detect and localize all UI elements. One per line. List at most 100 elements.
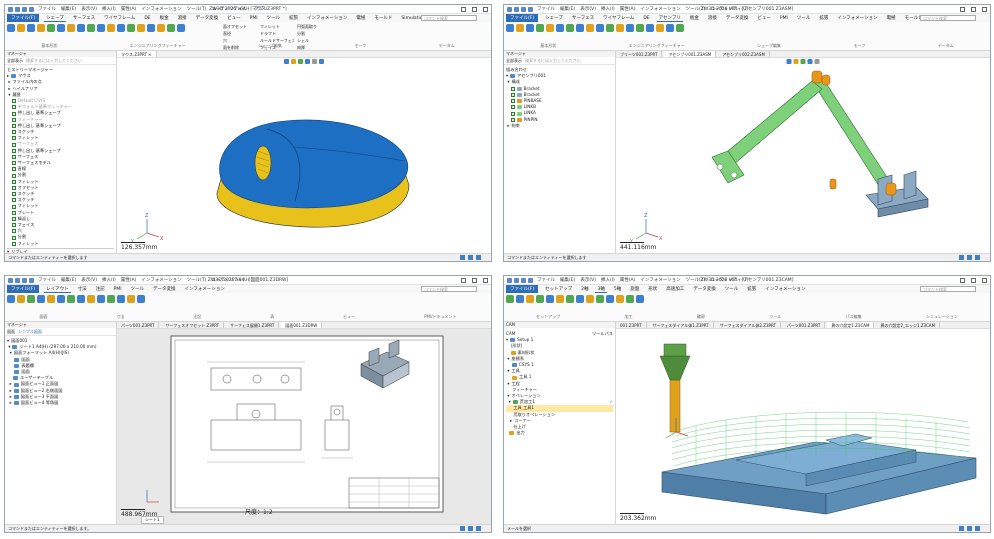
thread-icon[interactable] [107,24,115,32]
status-icon[interactable] [460,526,465,531]
close-icon[interactable] [982,7,987,12]
animation-icon[interactable] [616,24,624,32]
maximize-icon[interactable] [971,278,976,283]
status-icon[interactable] [959,255,964,260]
maximize-icon[interactable] [971,7,976,12]
bracket-ear[interactable] [903,170,917,200]
contour-icon[interactable] [546,295,554,303]
menu-tools[interactable]: ツール(T) [187,6,207,12]
minimize-icon[interactable] [461,7,466,12]
status-icon[interactable] [460,255,465,260]
cutting-tool[interactable] [669,379,681,433]
pattern-icon[interactable] [137,24,145,32]
tab-extend[interactable]: 拡張 [287,15,300,21]
tab-data-exchange[interactable]: データ変換 [151,286,178,292]
menu-view[interactable]: 表示(V) [81,6,97,12]
drawing-sheet-area[interactable]: パーツ001.Z3PRT サーフェスオフセット.Z3PRT サーフェス展開1.Z… [117,322,491,524]
fillet-icon[interactable] [67,24,75,32]
tab-weld[interactable]: 溶接 [706,15,719,21]
tree-item[interactable]: ▸ 拘束 [506,123,613,129]
tab-3axis[interactable]: 3軸 [595,286,607,293]
status-icon[interactable] [468,526,473,531]
tab-surface[interactable]: サーフェス [570,15,596,21]
split-icon[interactable] [127,24,135,32]
post-icon[interactable] [616,295,624,303]
menu-insert[interactable]: 挿入(I) [601,277,615,283]
mouse-top-shell[interactable] [219,119,409,209]
section-icon[interactable] [666,24,674,32]
status-icon[interactable] [476,255,481,260]
filter-search-input[interactable]: 検索するには入力してください [525,58,581,63]
menu-edit[interactable]: 編集(E) [61,277,76,283]
explode-icon[interactable] [566,24,574,32]
menu-view[interactable]: 表示(V) [580,277,596,283]
tab-info[interactable]: インフォメーション [305,15,349,21]
pin-top-cap[interactable] [821,74,831,86]
z-level-icon[interactable] [526,295,534,303]
mirror-icon[interactable] [556,24,564,32]
menu-attribute[interactable]: 属性(A) [121,277,137,283]
tree-item[interactable]: ▸ 図面ビュー4 等角図 [7,400,114,406]
chamfer-icon[interactable] [77,24,85,32]
viewport-3d[interactable]: マウス.Z3PRT × Z X 126.357mm [117,51,491,253]
cmd-diameter[interactable]: 直径 [223,31,257,37]
detail-view-icon[interactable] [37,295,45,303]
fastener-icon[interactable] [656,24,664,32]
cmd-split[interactable]: 分割 [297,31,331,37]
note-icon[interactable] [57,295,65,303]
copy-icon[interactable] [177,24,185,32]
loft-icon[interactable] [37,24,45,32]
tab-info[interactable]: インフォメーション [763,286,807,292]
table-icon[interactable] [67,295,75,303]
menu-insert[interactable]: 挿入(I) [102,6,116,12]
quick-access-toolbar[interactable] [8,6,34,12]
tab-file[interactable]: ファイル(F) [7,14,40,22]
tab-extend[interactable]: 拡張 [817,15,830,21]
menu-info[interactable]: インフォメーション [640,277,680,283]
command-search-input[interactable]: コマンド検索 [920,286,976,292]
hole-icon[interactable] [97,24,105,32]
shell-icon[interactable] [47,24,55,32]
menu-info[interactable]: インフォメーション [141,6,181,12]
rib-icon[interactable] [57,24,65,32]
tab-dimension[interactable]: 寸法 [76,286,89,292]
status-icon[interactable] [476,526,481,531]
report-icon[interactable] [636,295,644,303]
tab-sheetmetal[interactable]: 板金 [158,15,171,21]
pocket-icon[interactable] [536,295,544,303]
centerline-icon[interactable] [107,295,115,303]
section-view-icon[interactable] [27,295,35,303]
cmd-draft[interactable]: ドラフト [260,31,294,37]
maximize-icon[interactable] [472,7,477,12]
menu-file[interactable]: ファイル [38,277,56,283]
close-icon[interactable] [483,278,488,283]
tab-tools[interactable]: ツール [265,15,283,21]
constraint-icon[interactable] [516,24,524,32]
tab-layout[interactable]: レイアウト [44,286,71,293]
viewport-3d[interactable]: ブリーツ001.Z3PRT アセンブリ001.Z3ASM アセンブリ002.Z3… [616,51,990,253]
filter-dropdown[interactable]: 全部表示 [506,58,522,63]
insert-component-icon[interactable] [506,24,514,32]
status-icon[interactable] [468,255,473,260]
tab-shape[interactable]: シェープ [44,15,66,22]
weld-symbol-icon[interactable] [117,295,125,303]
tab-shape[interactable]: シェープ [543,15,565,21]
tab-extend[interactable]: 拡張 [745,286,758,292]
interference-icon[interactable] [576,24,584,32]
tool-icon[interactable] [586,295,594,303]
flat-icon[interactable] [566,295,574,303]
menu-info[interactable]: インフォメーション [640,6,680,12]
menu-tools[interactable]: ツール(T) [187,277,207,283]
mate-icon[interactable] [526,24,534,32]
pin-top[interactable] [811,70,823,84]
tab-2axis[interactable]: 2軸 [579,286,590,292]
status-icon[interactable] [975,526,980,531]
tree-item[interactable]: フィレット [7,241,114,247]
minimize-icon[interactable] [960,7,965,12]
hole-icon[interactable] [646,24,654,32]
minimize-icon[interactable] [461,278,466,283]
pattern-icon[interactable] [546,24,554,32]
menu-file[interactable]: ファイル [537,6,555,12]
command-search-input[interactable]: コマンド検索 [421,15,477,21]
tab-wireframe[interactable]: ワイヤフレーム [601,15,636,21]
